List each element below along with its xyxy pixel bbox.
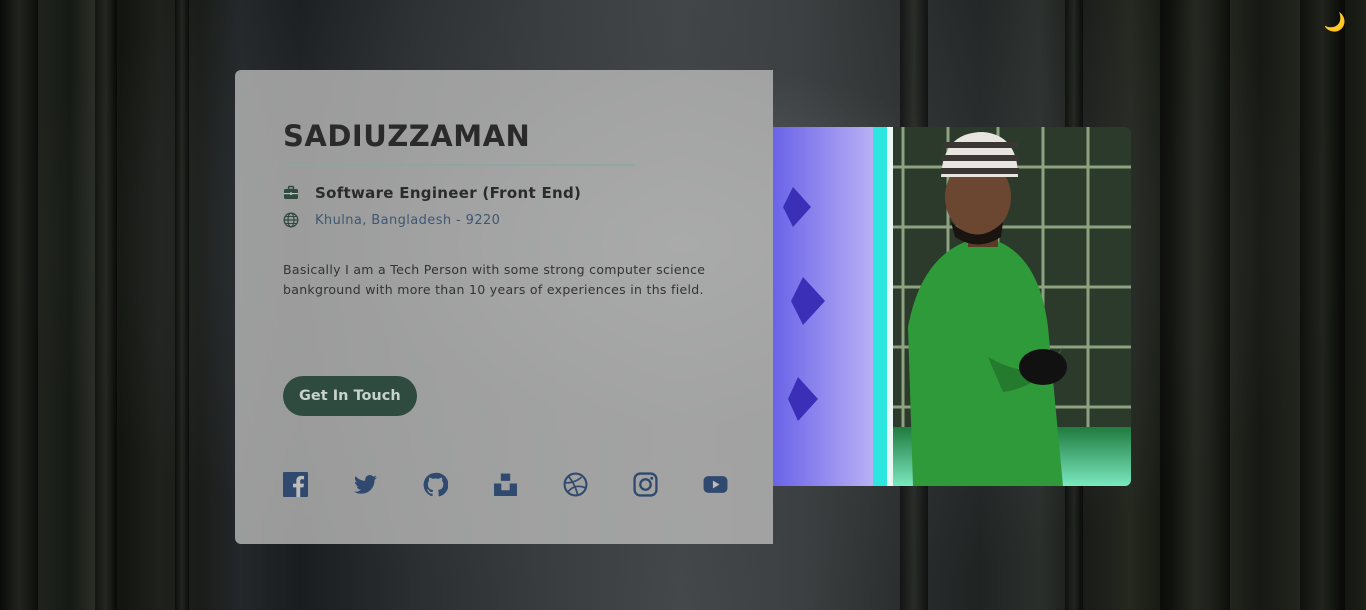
unsplash-icon <box>494 473 517 496</box>
tree-trunk <box>175 0 189 610</box>
youtube-icon <box>703 476 728 493</box>
globe-icon <box>283 212 299 228</box>
location-row: Khulna, Bangladesh - 9220 <box>283 212 725 228</box>
profile-photo-image <box>773 127 1131 486</box>
job-row: Software Engineer (Front End) <box>283 184 725 202</box>
instagram-icon <box>633 472 658 497</box>
youtube-link[interactable] <box>703 472 728 497</box>
dribbble-icon <box>563 472 588 497</box>
tree-trunk <box>1300 0 1345 610</box>
get-in-touch-button[interactable]: Get In Touch <box>283 376 417 416</box>
profile-photo <box>773 127 1131 486</box>
tree-trunk <box>95 0 117 610</box>
github-icon <box>423 472 449 497</box>
name-divider <box>283 164 635 167</box>
facebook-link[interactable] <box>283 472 308 497</box>
tree-trunk <box>1160 0 1230 610</box>
instagram-link[interactable] <box>633 472 658 497</box>
theme-toggle-moon-icon[interactable]: 🌙 <box>1324 14 1346 32</box>
twitter-icon <box>354 475 377 494</box>
profile-card: SADIUZZAMAN Software Engineer (Front End… <box>235 70 773 544</box>
dribbble-link[interactable] <box>563 472 588 497</box>
job-title: Software Engineer (Front End) <box>315 184 582 203</box>
social-links <box>283 472 728 497</box>
briefcase-icon <box>284 186 298 200</box>
unsplash-link[interactable] <box>493 472 518 497</box>
profile-name: SADIUZZAMAN <box>283 119 531 153</box>
bio-text: Basically I am a Tech Person with some s… <box>283 262 706 298</box>
twitter-link[interactable] <box>353 472 378 497</box>
facebook-icon <box>283 472 308 497</box>
github-link[interactable] <box>423 472 449 497</box>
tree-trunk <box>0 0 38 610</box>
location-text: Khulna, Bangladesh - 9220 <box>315 212 501 228</box>
